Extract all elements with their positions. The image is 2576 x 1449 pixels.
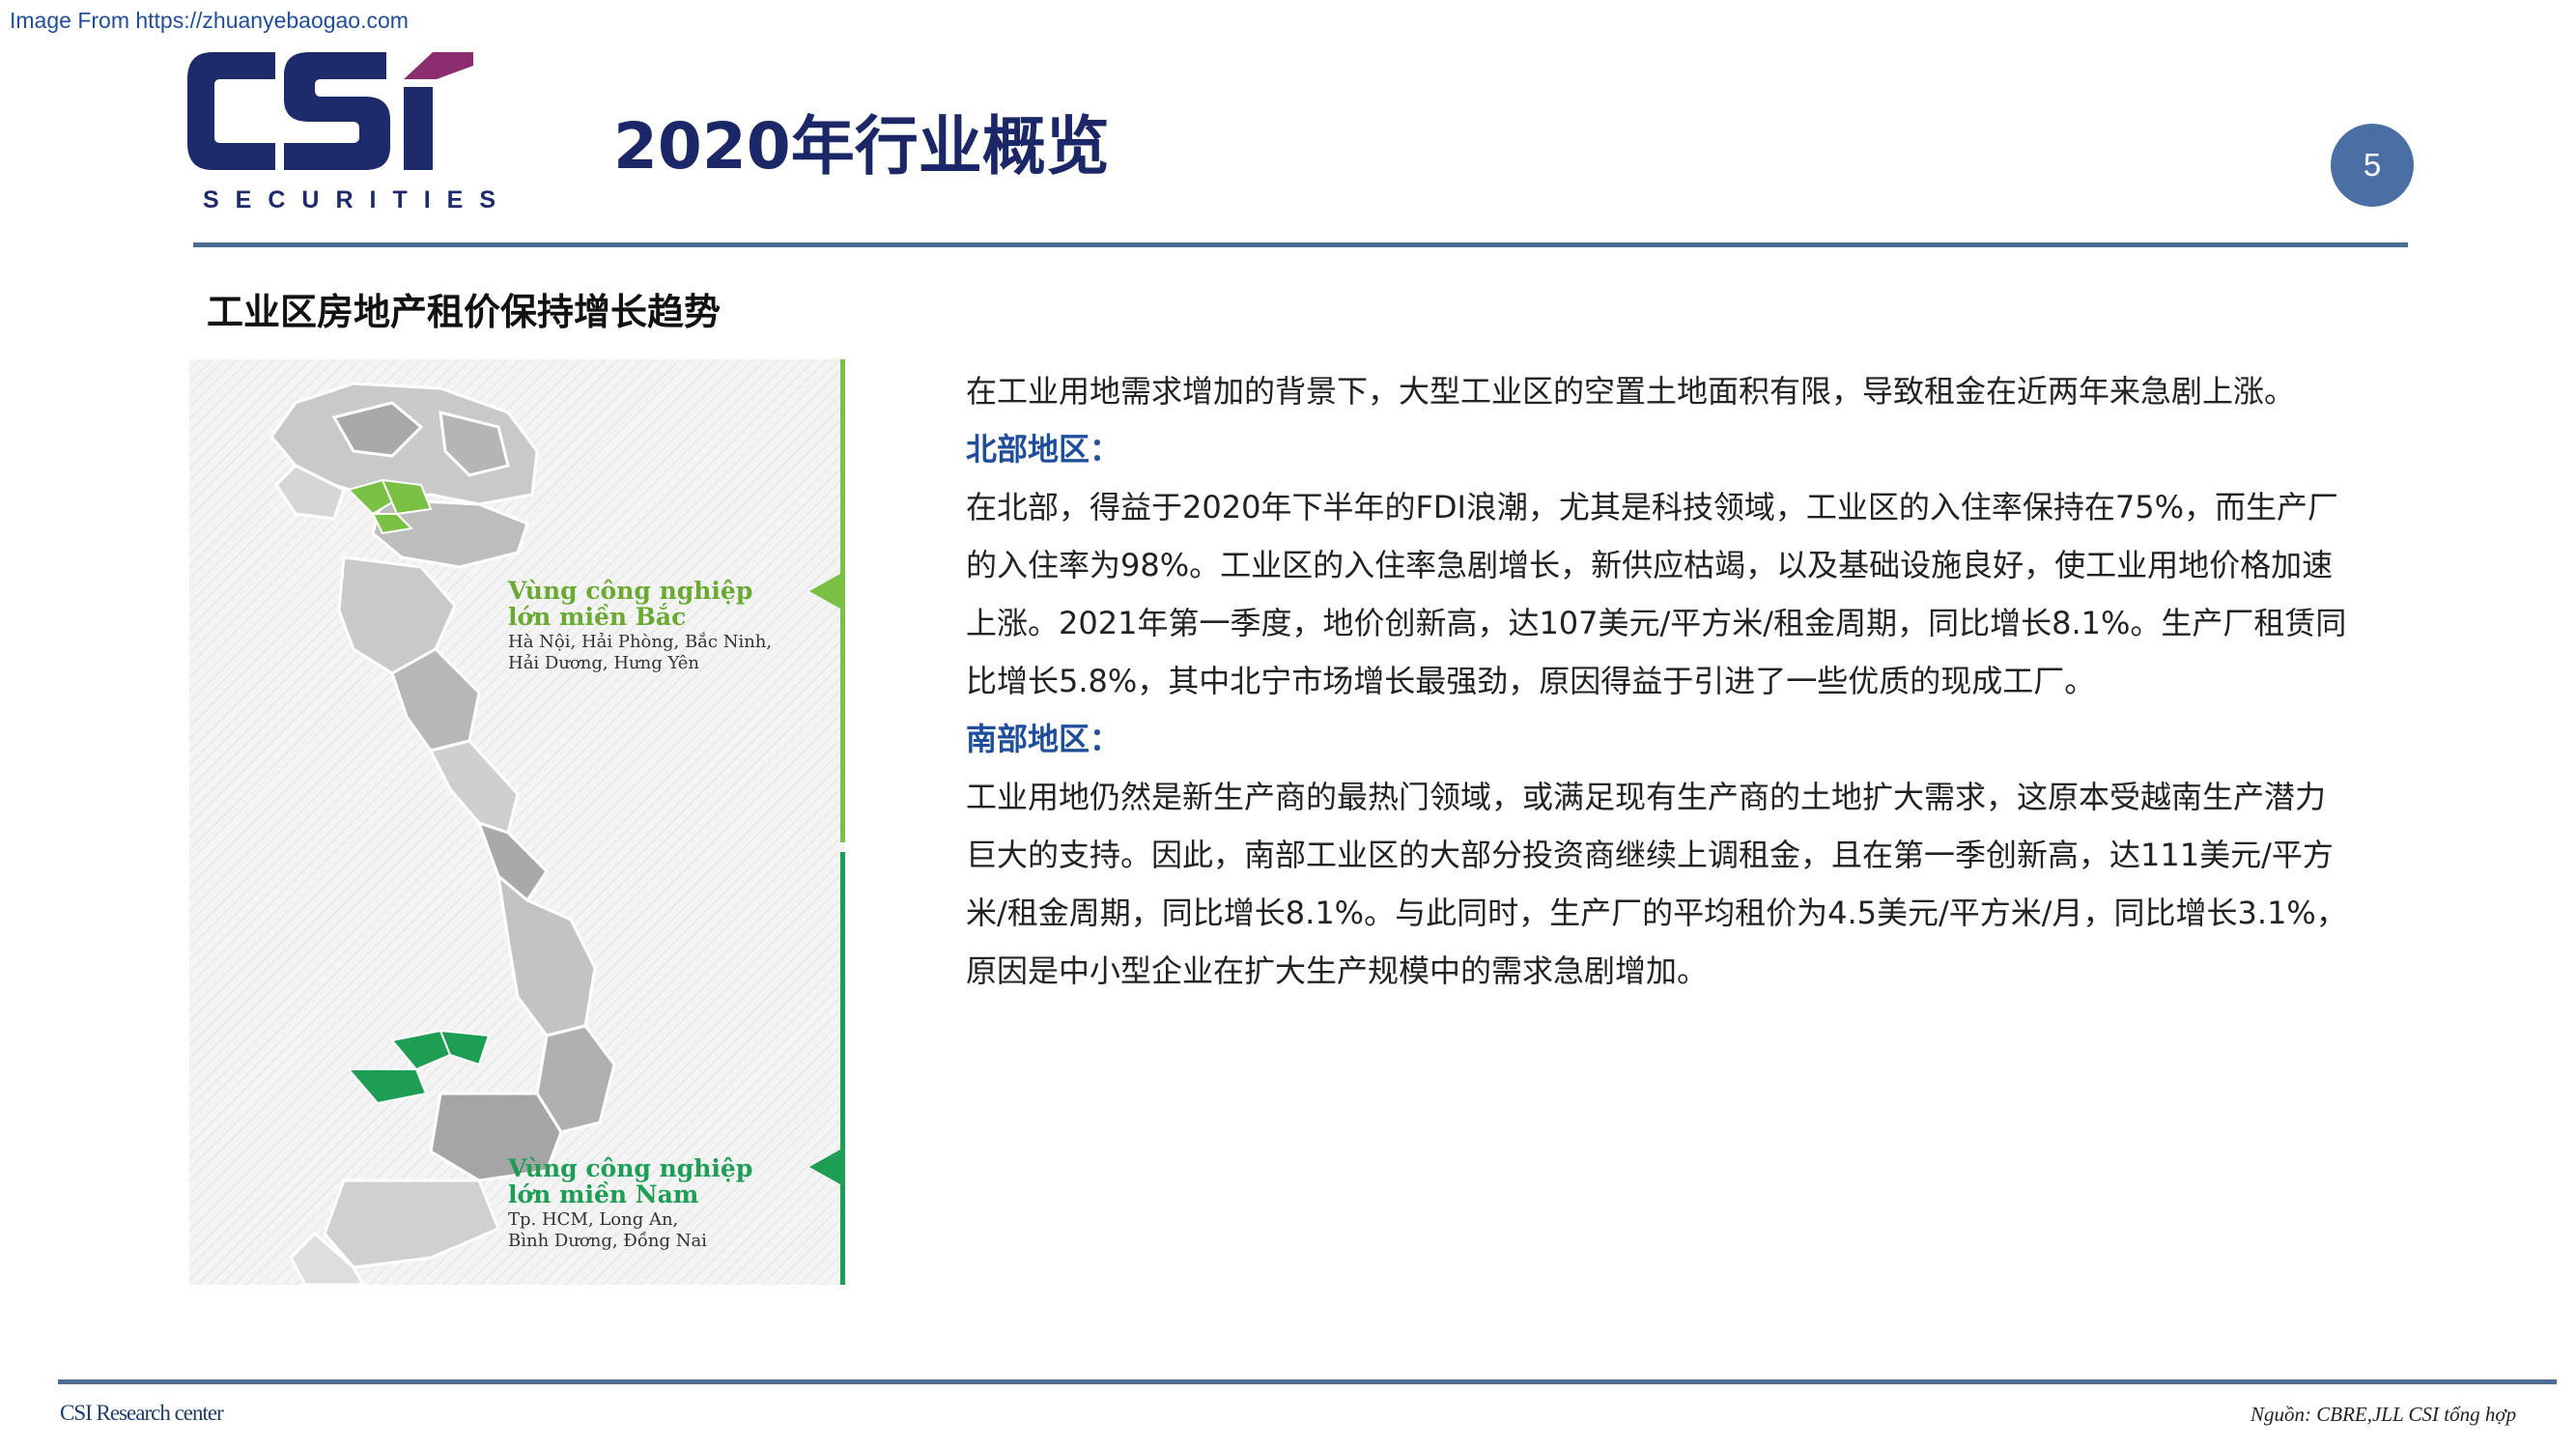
footer-source: Nguồn: CBRE,JLL CSI tổng hợp bbox=[2250, 1403, 2517, 1426]
north-heading: 北部地区： bbox=[966, 431, 1121, 468]
north-paragraph: 在北部，得益于2020年下半年的FDI浪潮，尤其是科技领域，工业区的入住率保持在… bbox=[966, 489, 2347, 699]
south-region-heading-2: lớn miền Nam bbox=[508, 1180, 699, 1208]
north-accent-bar bbox=[840, 359, 845, 842]
north-region-heading-2: lớn miền Bắc bbox=[508, 603, 687, 631]
south-region-provinces-2: Bình Dương, Đồng Nai bbox=[508, 1231, 707, 1251]
watermark-link[interactable]: Image From https://zhuanyebaogao.com bbox=[10, 8, 409, 34]
south-accent-bar bbox=[840, 852, 845, 1285]
footer-research-center: CSI Research center bbox=[60, 1401, 224, 1425]
vietnam-map bbox=[269, 382, 840, 1285]
page-number-badge: 5 bbox=[2331, 124, 2414, 207]
north-region-provinces-1: Hà Nội, Hải Phòng, Bắc Ninh, bbox=[508, 632, 773, 652]
north-region-provinces-2: Hải Dương, Hưng Yên bbox=[508, 653, 700, 673]
logo-securities-text: SECURITIES bbox=[203, 186, 513, 213]
slide-title: 2020年行业概览 bbox=[613, 109, 1110, 184]
south-heading: 南部地区： bbox=[966, 721, 1121, 757]
intro-paragraph: 在工业用地需求增加的背景下，大型工业区的空置土地面积有限，导致租金在近两年来急剧… bbox=[966, 373, 2296, 410]
header-divider bbox=[193, 242, 2408, 247]
north-region-label: Vùng công nghiệp lớn miền Bắc Hà Nội, Hả… bbox=[508, 578, 772, 674]
north-region-heading-1: Vùng công nghiệp bbox=[508, 577, 753, 605]
body-text: 在工业用地需求增加的背景下，大型工业区的空置土地面积有限，导致租金在近两年来急剧… bbox=[966, 362, 2347, 1000]
section-title: 工业区房地产租价保持增长趋势 bbox=[207, 291, 722, 333]
south-paragraph: 工业用地仍然是新生产商的最热门领域，或满足现有生产商的土地扩大需求，这原本受越南… bbox=[966, 779, 2347, 989]
south-region-heading-1: Vùng công nghiệp bbox=[508, 1154, 753, 1182]
south-region-label: Vùng công nghiệp lớn miền Nam Tp. HCM, L… bbox=[508, 1155, 752, 1252]
south-region-provinces-1: Tp. HCM, Long An, bbox=[508, 1209, 679, 1230]
footer-divider bbox=[58, 1379, 2557, 1384]
